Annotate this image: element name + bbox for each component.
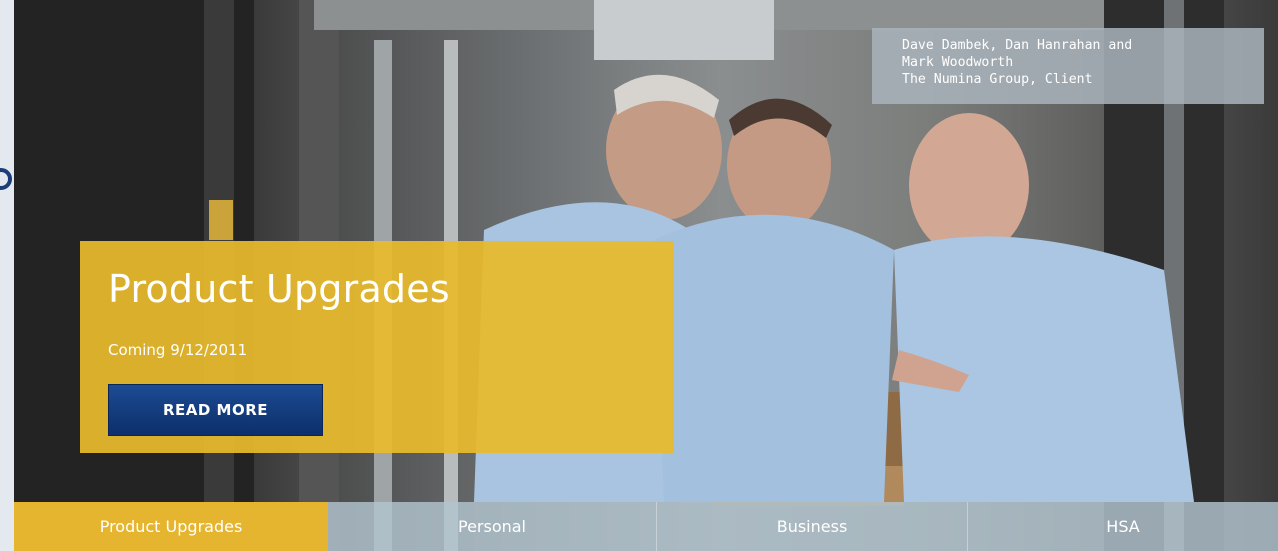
tab-hsa[interactable]: HSA bbox=[968, 502, 1278, 551]
caption-line-2: Mark Woodworth bbox=[902, 55, 1014, 70]
slider-tab-bar: Product Upgrades Personal Business HSA bbox=[14, 502, 1278, 551]
tab-product-upgrades[interactable]: Product Upgrades bbox=[14, 502, 328, 551]
photo-caption: Dave Dambek, Dan Hanrahan and Mark Woodw… bbox=[872, 28, 1264, 104]
read-more-button[interactable]: READ MORE bbox=[108, 384, 323, 436]
slider-left-edge bbox=[0, 0, 14, 551]
promo-title: Product Upgrades bbox=[108, 267, 450, 311]
caption-line-3: The Numina Group, Client bbox=[902, 72, 1093, 87]
caption-line-1: Dave Dambek, Dan Hanrahan and bbox=[902, 38, 1133, 53]
tab-business[interactable]: Business bbox=[657, 502, 967, 551]
tab-personal[interactable]: Personal bbox=[328, 502, 656, 551]
hero-slider: Dave Dambek, Dan Hanrahan and Mark Woodw… bbox=[0, 0, 1278, 551]
promo-subtitle: Coming 9/12/2011 bbox=[108, 341, 248, 359]
promo-panel: Product Upgrades Coming 9/12/2011 READ M… bbox=[80, 241, 674, 453]
